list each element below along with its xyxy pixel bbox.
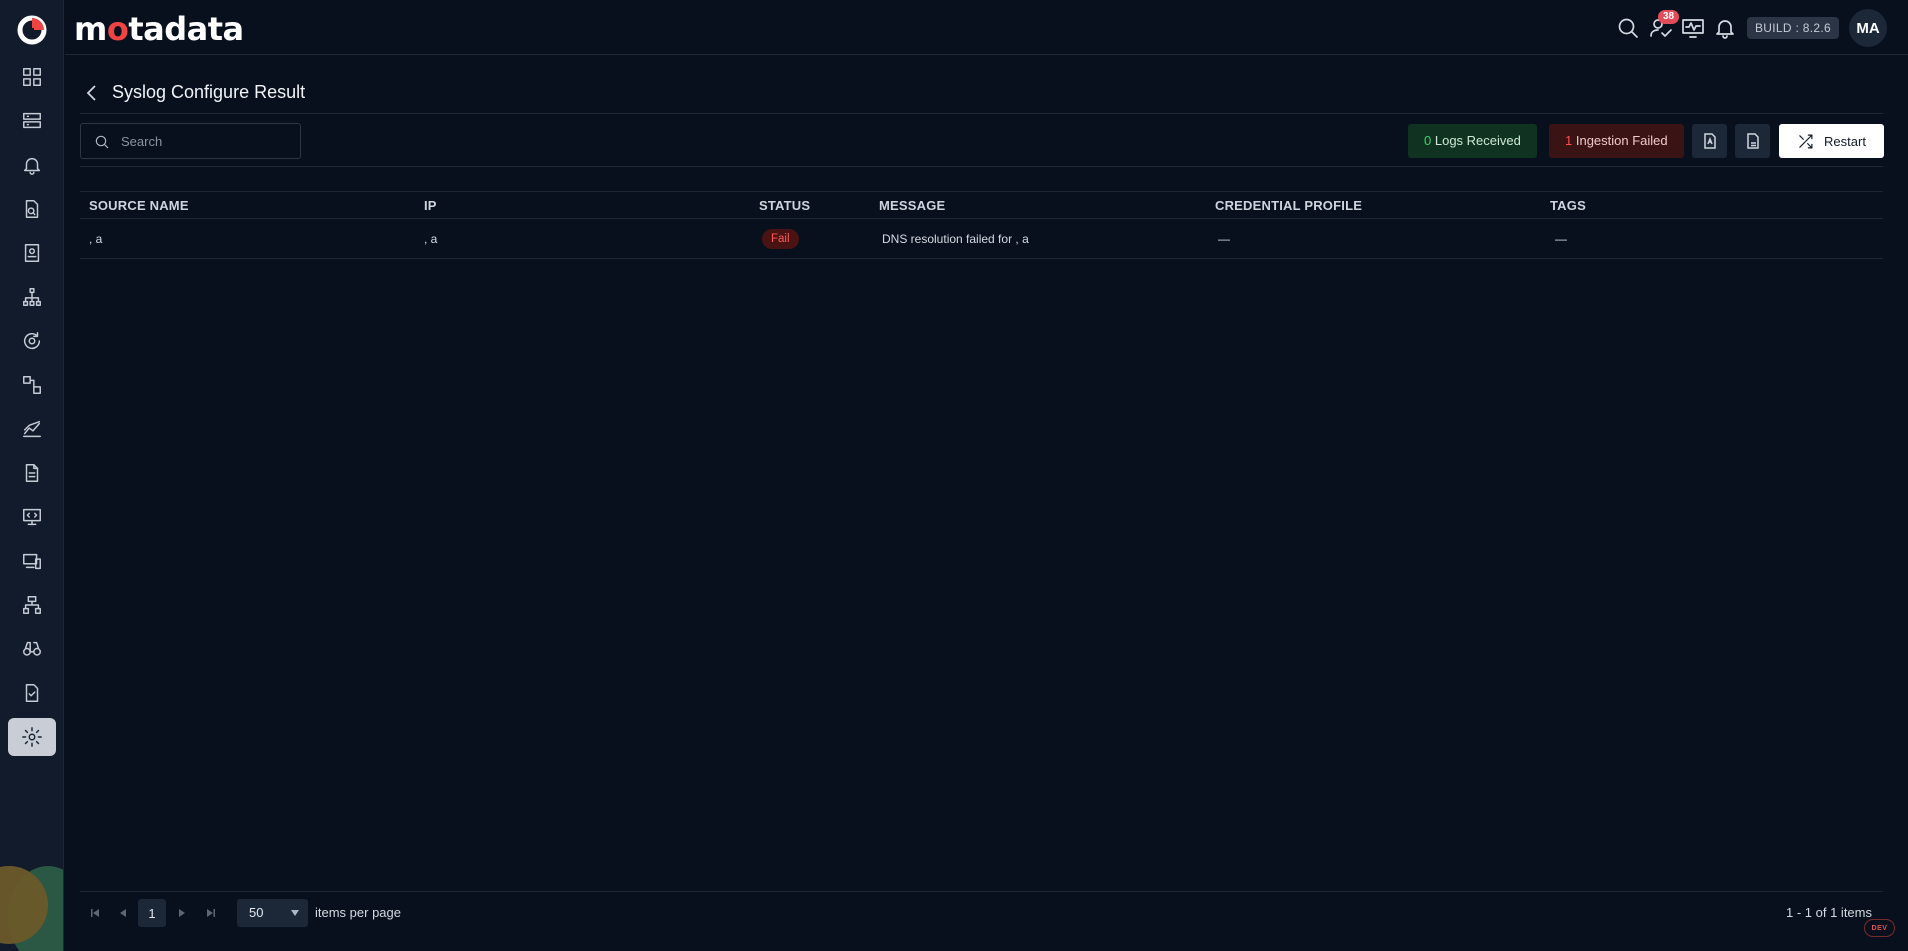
motadata-logo-icon[interactable] (16, 14, 48, 46)
checklist-icon (25, 684, 39, 702)
last-page-button[interactable] (201, 903, 221, 923)
sidebar-item-compliance[interactable] (8, 674, 56, 712)
refresh-cycle-icon (24, 332, 41, 350)
sidebar-item-reports[interactable] (8, 234, 56, 272)
page-title: Syslog Configure Result (112, 82, 306, 102)
divider (80, 891, 1883, 892)
dashboard-icon (23, 68, 41, 86)
metrics-chart-icon (23, 420, 41, 438)
sidebar-item-topology[interactable] (8, 278, 56, 316)
cell-credential-profile: — (1218, 232, 1230, 246)
sidebar-item-logs[interactable] (8, 454, 56, 492)
build-version-badge: BUILD : 8.2.6 (1747, 17, 1839, 39)
search-icon (1618, 18, 1638, 38)
previous-page-button[interactable] (113, 903, 133, 923)
sidebar-item-observe[interactable] (8, 630, 56, 668)
items-per-page-label: items per page (315, 905, 401, 920)
sidebar-item-apm[interactable] (8, 498, 56, 536)
bell-icon (1716, 20, 1734, 39)
column-header-tags[interactable]: TAGS (1550, 198, 1586, 213)
items-per-page-select[interactable]: 50 (237, 899, 308, 927)
divider (80, 166, 1883, 167)
search-field[interactable] (80, 123, 301, 159)
first-page-button[interactable] (85, 903, 105, 923)
cell-source-name: , a (89, 232, 103, 246)
ingestion-failed-count: 1 (1565, 133, 1573, 148)
column-header-message[interactable]: MESSAGE (879, 198, 945, 213)
topology-icon (23, 288, 41, 306)
cell-ip: , a (424, 232, 438, 246)
sidebar-item-settings[interactable] (8, 718, 56, 756)
cell-message: DNS resolution failed for , a (882, 232, 1029, 246)
brand-logo[interactable]: motadata (74, 10, 244, 48)
sidebar-item-automation[interactable] (8, 322, 56, 360)
restart-button[interactable]: Restart (1779, 124, 1884, 158)
next-page-icon (179, 909, 185, 917)
bell-icon (23, 157, 41, 175)
column-header-credential-profile[interactable]: CREDENTIAL PROFILE (1215, 198, 1362, 213)
sidebar-item-metrics[interactable] (8, 410, 56, 448)
column-header-ip[interactable]: IP (424, 198, 437, 213)
back-button[interactable] (84, 84, 100, 102)
divider (80, 113, 1883, 114)
server-icon (23, 112, 41, 129)
table-header: SOURCE NAME IP STATUS MESSAGE CREDENTIAL… (80, 191, 1883, 219)
csv-file-icon (1746, 133, 1759, 149)
sidebar-item-network[interactable] (8, 586, 56, 624)
code-monitor-icon (23, 508, 41, 526)
logs-received-count: 0 (1424, 133, 1432, 148)
notification-count-badge: 38 (1658, 10, 1680, 24)
caret-down-icon (291, 910, 299, 916)
monitor-health-button[interactable] (1681, 16, 1705, 40)
last-page-icon (207, 909, 215, 917)
logs-received-chip[interactable]: 0 Logs Received (1408, 124, 1537, 158)
current-page-button[interactable]: 1 (138, 899, 166, 927)
first-page-icon (91, 909, 99, 917)
shuffle-icon (1799, 134, 1813, 148)
search-input[interactable] (121, 124, 291, 158)
previous-page-icon (120, 909, 126, 917)
pagination-range: 1 - 1 of 1 items (1786, 905, 1872, 920)
document-icon (25, 464, 39, 482)
sidebar-item-devices[interactable] (8, 542, 56, 580)
file-search-icon (25, 200, 39, 218)
sidebar-item-servers[interactable] (8, 102, 56, 140)
status-badge: Fail (762, 229, 799, 249)
sidebar (0, 0, 64, 951)
export-pdf-button[interactable] (1692, 124, 1727, 158)
export-csv-button[interactable] (1735, 124, 1770, 158)
sidebar-item-alerts[interactable] (8, 146, 56, 184)
ingestion-failed-label: Ingestion Failed (1575, 133, 1668, 148)
cell-tags: — (1555, 232, 1567, 246)
settings-icon (22, 727, 42, 747)
notifications-button[interactable] (1713, 16, 1737, 40)
user-avatar[interactable]: MA (1849, 9, 1887, 47)
sidebar-item-dashboard[interactable] (8, 58, 56, 96)
column-header-source-name[interactable]: SOURCE NAME (89, 198, 189, 213)
sidebar-item-workflow[interactable] (8, 366, 56, 404)
pdf-file-icon (1703, 133, 1716, 149)
environment-badge: DEV (1864, 919, 1895, 937)
column-header-status[interactable]: STATUS (759, 198, 810, 213)
report-icon (24, 244, 40, 262)
ingestion-failed-chip[interactable]: 1 Ingestion Failed (1549, 124, 1684, 158)
items-per-page-value: 50 (249, 905, 264, 920)
sidebar-item-explorer[interactable] (8, 190, 56, 228)
next-page-button[interactable] (172, 903, 192, 923)
network-icon (23, 596, 41, 614)
table-row[interactable]: , a , a Fail DNS resolution failed for ,… (80, 220, 1883, 259)
global-search-button[interactable] (1616, 16, 1640, 40)
monitor-pulse-icon (1682, 19, 1704, 38)
binoculars-icon (23, 641, 41, 656)
chevron-left-icon (86, 85, 96, 101)
search-icon (95, 135, 109, 149)
workflow-icon (23, 376, 41, 394)
devices-icon (23, 553, 41, 570)
restart-label: Restart (1824, 133, 1866, 149)
logs-received-label: Logs Received (1434, 133, 1521, 148)
